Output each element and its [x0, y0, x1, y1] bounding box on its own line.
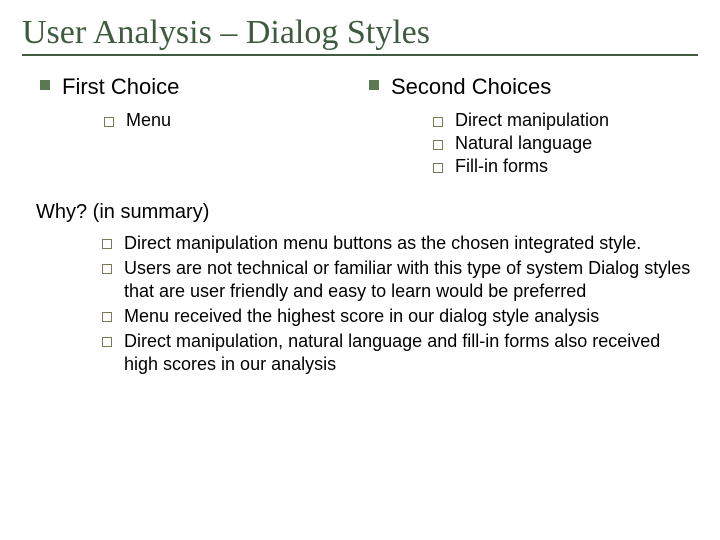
left-heading-text: First Choice — [62, 74, 179, 100]
hollow-square-icon — [102, 312, 112, 322]
why-heading: Why? (in summary) — [36, 201, 698, 224]
list-item-text: Fill-in forms — [455, 156, 548, 177]
square-bullet-icon — [369, 80, 379, 90]
list-item: Natural language — [433, 133, 698, 154]
slide: User Analysis – Dialog Styles First Choi… — [0, 0, 720, 540]
two-column-area: First Choice Menu Second Choices Direct … — [40, 74, 698, 179]
hollow-square-icon — [433, 117, 443, 127]
list-item: Direct manipulation menu buttons as the … — [102, 232, 698, 255]
list-item: Users are not technical or familiar with… — [102, 257, 698, 303]
list-item: Direct manipulation, natural language an… — [102, 330, 698, 376]
list-item: Direct manipulation — [433, 110, 698, 131]
hollow-square-icon — [104, 117, 114, 127]
hollow-square-icon — [102, 264, 112, 274]
list-item-text: Menu — [126, 110, 171, 131]
left-heading: First Choice — [40, 74, 369, 100]
why-list: Direct manipulation menu buttons as the … — [62, 232, 698, 376]
title-underline — [22, 54, 698, 56]
left-column: First Choice Menu — [40, 74, 369, 179]
left-sublist: Menu — [64, 110, 369, 131]
list-item-text: Direct manipulation menu buttons as the … — [124, 232, 698, 255]
list-item: Fill-in forms — [433, 156, 698, 177]
square-bullet-icon — [40, 80, 50, 90]
list-item: Menu — [104, 110, 369, 131]
hollow-square-icon — [433, 140, 443, 150]
hollow-square-icon — [433, 163, 443, 173]
hollow-square-icon — [102, 337, 112, 347]
list-item-text: Menu received the highest score in our d… — [124, 305, 698, 328]
list-item-text: Direct manipulation — [455, 110, 609, 131]
list-item: Menu received the highest score in our d… — [102, 305, 698, 328]
right-heading: Second Choices — [369, 74, 698, 100]
right-sublist: Direct manipulation Natural language Fil… — [393, 110, 698, 177]
right-column: Second Choices Direct manipulation Natur… — [369, 74, 698, 179]
list-item-text: Users are not technical or familiar with… — [124, 257, 698, 303]
hollow-square-icon — [102, 239, 112, 249]
list-item-text: Natural language — [455, 133, 592, 154]
right-heading-text: Second Choices — [391, 74, 551, 100]
list-item-text: Direct manipulation, natural language an… — [124, 330, 698, 376]
slide-title: User Analysis – Dialog Styles — [22, 14, 698, 52]
